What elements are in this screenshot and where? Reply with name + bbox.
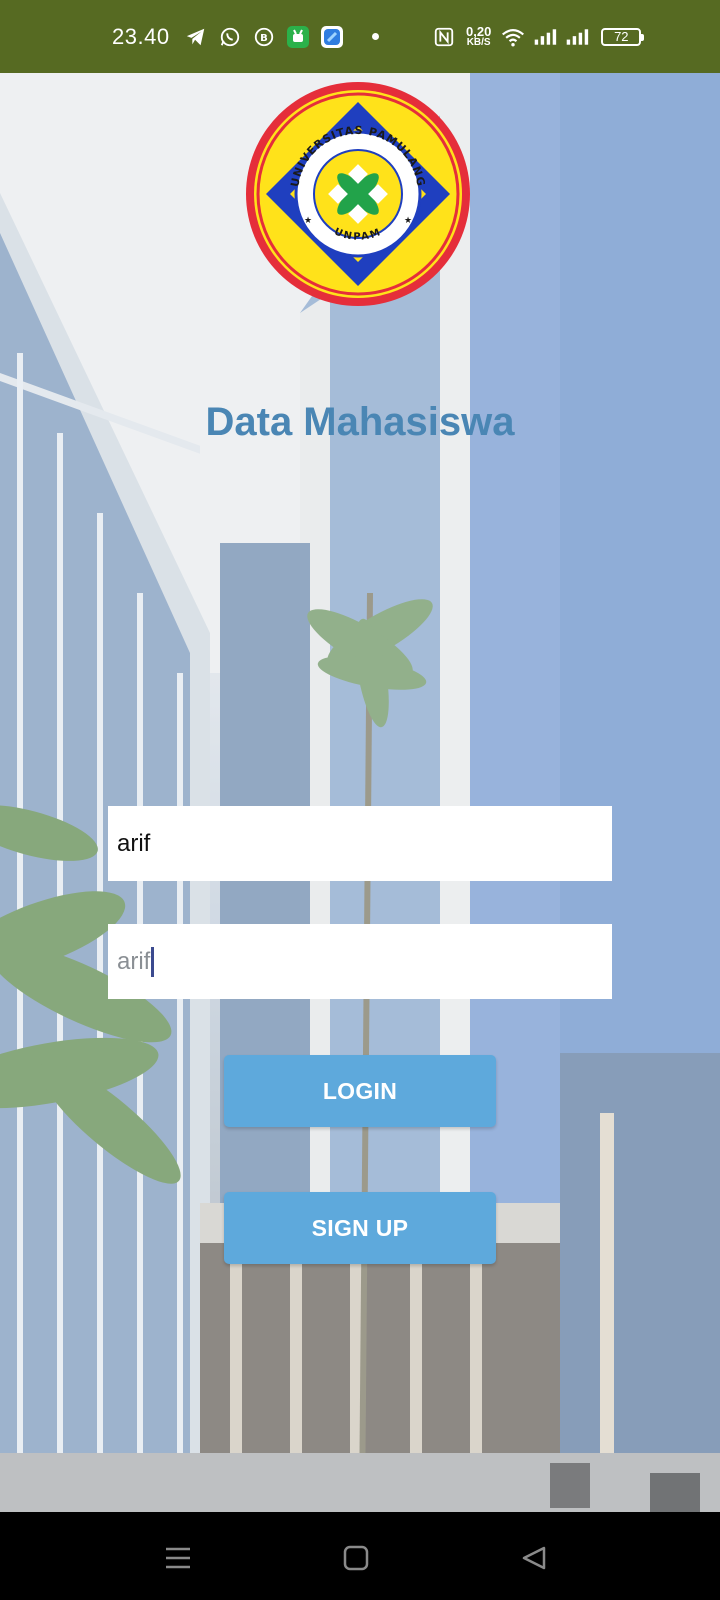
home-square-icon[interactable]	[338, 1540, 374, 1576]
app-blue-icon	[320, 25, 344, 49]
signal-icon	[533, 25, 557, 49]
business-icon: B	[252, 25, 276, 49]
page-title: Data Mahasiswa	[205, 400, 515, 444]
wifi-icon	[501, 25, 525, 49]
password-value: arif	[117, 947, 151, 975]
app-green-icon	[286, 25, 310, 49]
nfc-icon	[432, 25, 456, 49]
login-button[interactable]: LOGIN	[224, 1055, 496, 1127]
username-value: arif	[117, 829, 151, 857]
whatsapp-icon	[218, 25, 242, 49]
unpam-logo: UNIVERSITAS PAMULANG UNPAM ★ ★	[244, 80, 472, 308]
network-speed: 0,20 KB/S	[466, 23, 492, 48]
svg-text:★: ★	[304, 215, 312, 225]
menu-icon[interactable]	[160, 1540, 196, 1576]
back-triangle-icon[interactable]	[516, 1540, 552, 1576]
status-time: 23.40	[112, 23, 170, 49]
svg-text:★: ★	[404, 215, 412, 225]
login-screen: 23.40 B 0,20 KB/S 72 UNIVERSITAS PAMULAN…	[0, 0, 720, 1600]
signup-button[interactable]: SIGN UP	[224, 1192, 496, 1264]
password-input[interactable]: arif	[108, 924, 612, 999]
notification-icons: B	[184, 25, 379, 49]
status-bar: 23.40 B 0,20 KB/S 72	[0, 0, 720, 73]
text-cursor	[151, 946, 155, 977]
more-notifications-dot	[371, 33, 379, 40]
username-input[interactable]: arif	[108, 806, 612, 881]
battery-icon: 72	[601, 27, 645, 46]
svg-text:B: B	[260, 33, 268, 44]
signal-icon	[565, 25, 589, 49]
telegram-icon	[184, 25, 208, 49]
system-icons: 0,20 KB/S 72	[432, 0, 645, 73]
